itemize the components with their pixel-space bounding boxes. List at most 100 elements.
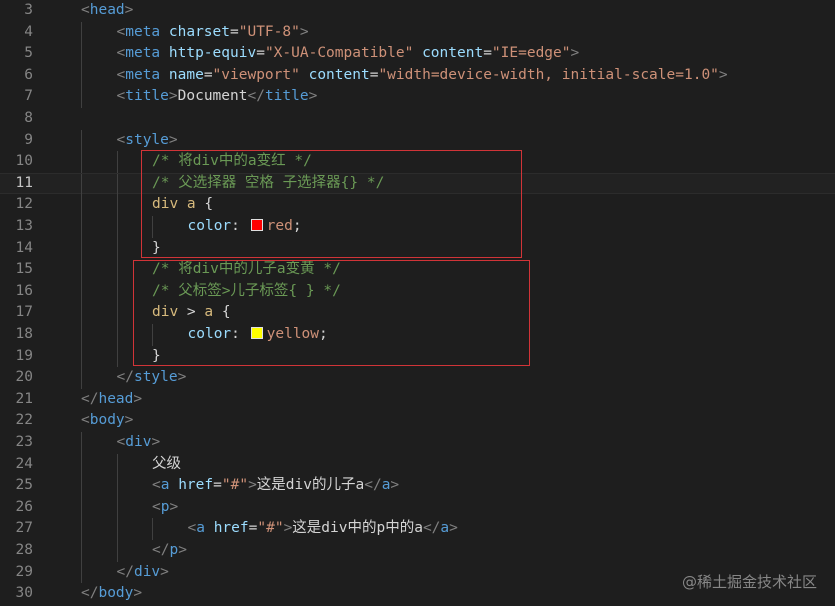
code-line[interactable]: 9 <style> xyxy=(0,129,835,152)
code-line[interactable]: 24 父级 xyxy=(0,453,835,476)
indent-guide xyxy=(81,259,82,281)
indent-guide xyxy=(152,518,153,540)
line-number: 26 xyxy=(15,498,33,515)
indent-guide xyxy=(116,540,118,562)
tag-name: a xyxy=(196,520,205,537)
code-line[interactable]: 7 <title>Document</title> xyxy=(0,86,835,108)
punctuation: > xyxy=(390,477,400,494)
string-value: "X-UA-Compatible" xyxy=(264,45,414,62)
text: 这是div的儿子a xyxy=(256,477,365,494)
watermark: @稀土掘金技术社区 xyxy=(681,573,817,591)
string-value: "#" xyxy=(221,477,249,494)
punctuation: < xyxy=(187,520,197,537)
tag-name: style xyxy=(125,131,169,148)
indent-guide xyxy=(81,216,82,238)
indent-guide xyxy=(81,64,82,87)
punctuation: > xyxy=(168,88,178,105)
line-number: 21 xyxy=(15,390,33,407)
text: Document xyxy=(177,88,248,105)
indent-guide xyxy=(81,453,82,476)
indent-guide xyxy=(116,475,118,497)
line-number: 6 xyxy=(24,66,33,83)
text: 父级 xyxy=(152,455,181,472)
text xyxy=(300,67,309,83)
line-number: 23 xyxy=(15,434,33,450)
code-line[interactable]: 28 </p> xyxy=(0,540,835,562)
string-value: "viewport" xyxy=(212,66,300,83)
text: = xyxy=(230,23,239,40)
punctuation: </ xyxy=(81,390,99,407)
punctuation: > xyxy=(718,66,728,83)
indent-guide xyxy=(116,453,118,476)
punctuation: > xyxy=(177,369,187,386)
code-line[interactable]: 22 <body> xyxy=(0,410,835,432)
punctuation: </ xyxy=(422,520,441,537)
code-line[interactable]: 23 <div> xyxy=(0,432,835,454)
punctuation: </ xyxy=(364,477,382,494)
line-code: <meta http-equiv="X-UA-Compatible" conte… xyxy=(117,43,580,65)
tag-name: meta xyxy=(125,66,161,83)
code-line[interactable]: 5 <meta http-equiv="X-UA-Compatible" cont… xyxy=(0,43,835,65)
line-number: 22 xyxy=(15,412,33,429)
punctuation: </ xyxy=(116,369,134,386)
punctuation: < xyxy=(116,66,126,83)
line-code: <head> xyxy=(81,0,133,22)
code-line[interactable]: 3 <head> xyxy=(0,0,835,22)
text: = xyxy=(483,45,492,62)
code-line[interactable]: 25 <a href="#">这是div的儿子a</a> xyxy=(0,475,835,497)
line-code: <p> xyxy=(152,497,178,519)
line-number: 5 xyxy=(24,45,33,62)
punctuation: > xyxy=(168,131,178,148)
code-line[interactable]: 20 </style> xyxy=(0,367,835,389)
punctuation: < xyxy=(116,131,126,148)
text: = xyxy=(256,45,265,62)
line-number: 10 xyxy=(15,153,33,170)
code-line[interactable]: 21 </head> xyxy=(0,389,835,411)
line-number: 15 xyxy=(15,261,33,278)
text xyxy=(160,45,169,61)
punctuation: </ xyxy=(152,542,170,558)
indent-guide xyxy=(81,21,82,44)
line-number: 7 xyxy=(24,88,33,105)
line-number: 16 xyxy=(15,282,33,299)
code-line[interactable]: 4 <meta charset="UTF-8"> xyxy=(0,21,835,44)
tag-name: p xyxy=(169,542,179,558)
line-number: 29 xyxy=(15,563,33,580)
line-number: 11 xyxy=(15,174,33,191)
line-code: <meta name="viewport" content="width=dev… xyxy=(117,65,728,87)
line-code: <a href="#">这是div的儿子a</a> xyxy=(152,475,399,497)
indent-guide xyxy=(81,302,82,324)
line-number: 12 xyxy=(15,196,33,213)
code-line[interactable]: 26 <p> xyxy=(0,496,835,519)
line-code: <div> xyxy=(117,432,161,454)
code-line[interactable]: 6 <meta name="viewport" content="width=de… xyxy=(0,64,835,87)
punctuation: > xyxy=(124,412,134,429)
code-editor[interactable]: 30 </body> 29 </div> 28 </p> 27 <a href="#">这是d… xyxy=(0,0,835,606)
indent-guide xyxy=(116,216,118,238)
indent-guide xyxy=(81,561,82,584)
tag-name: div xyxy=(125,434,152,450)
indent-guide xyxy=(81,86,82,108)
line-number: 20 xyxy=(15,369,33,386)
punctuation: > xyxy=(299,23,309,40)
line-code: </div> xyxy=(117,562,169,584)
indent-guide xyxy=(81,237,82,260)
code-line[interactable]: 27 <a href="#">这是div中的p中的a</a> xyxy=(0,518,835,540)
punctuation: < xyxy=(152,477,161,494)
indent-guide xyxy=(81,324,82,346)
indent-guide xyxy=(81,518,82,540)
line-number: 8 xyxy=(24,110,33,126)
text xyxy=(413,45,422,61)
highlight-box-child-rule xyxy=(133,260,530,366)
string-value: "IE=edge" xyxy=(491,45,571,62)
punctuation: > xyxy=(449,520,458,537)
punctuation: </ xyxy=(81,585,99,602)
punctuation: > xyxy=(283,520,293,537)
text: = xyxy=(213,477,222,494)
indent-guide xyxy=(81,43,82,65)
indent-guide xyxy=(81,129,82,152)
text xyxy=(169,477,178,493)
code-line[interactable]: 8 xyxy=(0,108,835,130)
line-number: 9 xyxy=(24,131,33,148)
punctuation: > xyxy=(133,390,143,407)
